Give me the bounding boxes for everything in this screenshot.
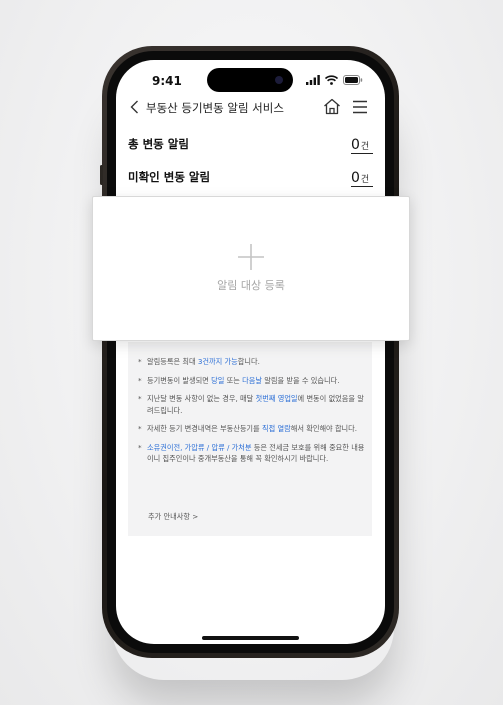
register-alert-target-button[interactable]: 알림 대상 등록 — [92, 196, 410, 341]
camera-icon — [275, 76, 283, 84]
total-alerts-unit: 건 — [360, 142, 370, 152]
notice-item: 자세한 등기 변경내역은 부동산등기를 직접 열람해서 확인해야 합니다. — [138, 423, 366, 435]
total-alerts-count: 0 — [351, 137, 360, 153]
home-icon[interactable] — [323, 98, 341, 115]
notice-box: 알림등록은 최대 3건까지 가능합니다. 등기변동이 발생되면 당일 또는 다음… — [128, 342, 372, 536]
unread-alerts-row: 미확인 변동 알림 0건 — [128, 167, 373, 191]
total-alerts-label: 총 변동 알림 — [128, 137, 189, 151]
unread-alerts-value[interactable]: 0건 — [351, 167, 373, 187]
home-indicator — [202, 636, 299, 640]
notice-item: 알림등록은 최대 3건까지 가능합니다. — [138, 356, 366, 368]
app-header: 부동산 등기변동 알림 서비스 — [116, 94, 385, 124]
unread-alerts-count: 0 — [351, 170, 360, 186]
notice-list: 알림등록은 최대 3건까지 가능합니다. 등기변동이 발생되면 당일 또는 다음… — [138, 356, 366, 472]
register-label: 알림 대상 등록 — [217, 279, 285, 292]
wifi-icon — [325, 75, 338, 85]
unread-alerts-label: 미확인 변동 알림 — [128, 170, 211, 184]
status-icons — [306, 74, 363, 86]
signal-icon — [306, 75, 320, 85]
page-title: 부동산 등기변동 알림 서비스 — [146, 101, 284, 115]
back-arrow-icon[interactable] — [130, 100, 139, 114]
plus-icon — [238, 244, 264, 270]
notice-item: 소유권이전, 가압류 / 압류 / 가처분 등은 전세금 보호를 위해 중요한 … — [138, 442, 366, 465]
mute-switch — [100, 165, 103, 185]
notice-item: 등기변동이 발생되면 당일 또는 다음날 알림을 받을 수 있습니다. — [138, 375, 366, 387]
total-alerts-value[interactable]: 0건 — [351, 134, 373, 154]
total-alerts-row: 총 변동 알림 0건 — [128, 134, 373, 158]
status-time: 9:41 — [152, 74, 182, 88]
battery-icon — [343, 75, 363, 85]
dynamic-island — [207, 68, 293, 92]
more-info-link[interactable]: 추가 안내사항 > — [148, 512, 198, 522]
phone-screen: 9:41 부동산 등기변동 알림 서비스 총 변동 알림 0건 미확인 변동 알… — [116, 60, 385, 644]
unread-alerts-unit: 건 — [360, 175, 370, 185]
notice-item: 지난달 변동 사항이 없는 경우, 매달 첫번째 영업일에 변동이 없었음을 알… — [138, 393, 366, 416]
hamburger-menu-icon[interactable] — [352, 100, 368, 114]
